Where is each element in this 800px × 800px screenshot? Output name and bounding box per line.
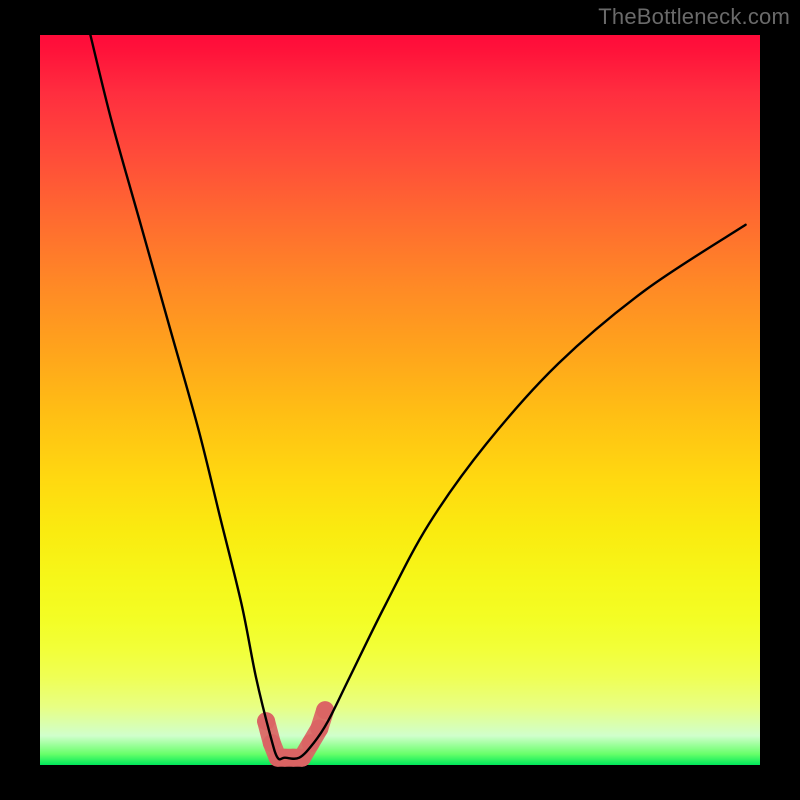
bottleneck-curve bbox=[90, 35, 745, 759]
watermark-text: TheBottleneck.com bbox=[598, 4, 790, 30]
chart-frame: TheBottleneck.com bbox=[0, 0, 800, 800]
chart-svg bbox=[40, 35, 760, 765]
plot-area bbox=[40, 35, 760, 765]
